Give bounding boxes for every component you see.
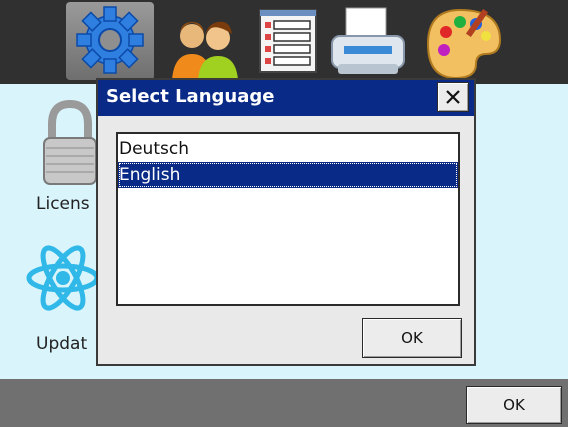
list-item-deutsch[interactable]: Deutsch bbox=[118, 136, 458, 162]
paint-palette-icon[interactable] bbox=[420, 2, 508, 80]
dialog-title: Select Language bbox=[106, 86, 275, 107]
list-item-english[interactable]: English bbox=[118, 162, 458, 188]
select-language-dialog: Select Language Deutsch English OK bbox=[96, 78, 476, 366]
atom-icon bbox=[26, 236, 100, 320]
language-list[interactable]: Deutsch English bbox=[116, 132, 460, 306]
dialog-title-bar[interactable]: Select Language bbox=[98, 80, 474, 116]
close-icon bbox=[446, 90, 460, 104]
settings-gear-icon[interactable] bbox=[66, 2, 154, 80]
sidebar-item-label: Updat bbox=[36, 334, 88, 354]
printer-icon[interactable] bbox=[324, 2, 412, 80]
dialog-ok-button[interactable]: OK bbox=[362, 318, 462, 358]
top-toolbar bbox=[0, 0, 568, 84]
sidebar-item-label: Licens bbox=[36, 194, 90, 214]
close-button[interactable] bbox=[437, 82, 469, 112]
padlock-icon bbox=[40, 98, 100, 188]
bottom-ok-button[interactable]: OK bbox=[466, 386, 562, 424]
users-icon[interactable] bbox=[160, 2, 248, 80]
